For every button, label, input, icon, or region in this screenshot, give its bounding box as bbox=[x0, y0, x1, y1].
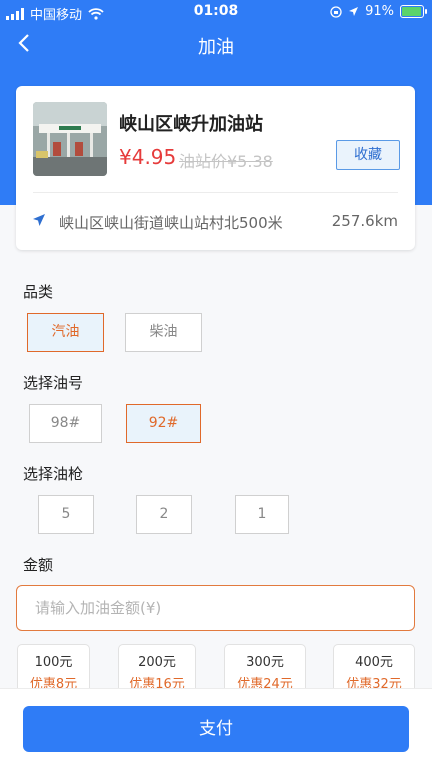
oil-number-label: 选择油号 bbox=[23, 374, 84, 392]
oil-number-option-92[interactable]: 92# bbox=[126, 404, 201, 443]
preset-amount-400[interactable]: 400元 优惠32元 bbox=[333, 644, 415, 692]
amount-presets: 100元 优惠8元 200元 优惠16元 300元 优惠24元 400元 优惠3… bbox=[0, 644, 432, 692]
amount-label: 金额 bbox=[23, 556, 54, 574]
category-label: 品类 bbox=[23, 283, 54, 301]
preset-amount-100[interactable]: 100元 优惠8元 bbox=[17, 644, 90, 692]
station-card: 峡山区峡升加油站 ¥4.95 油站价¥5.38 收藏 峡山区峡山街道峡山站村北5… bbox=[16, 86, 415, 250]
category-option-diesel[interactable]: 柴油 bbox=[125, 313, 202, 352]
category-option-gasoline[interactable]: 汽油 bbox=[27, 313, 104, 352]
pay-button[interactable]: 支付 bbox=[23, 706, 409, 752]
station-name: 峡山区峡升加油站 bbox=[119, 114, 263, 135]
page-title: 加油 bbox=[198, 37, 234, 58]
nozzle-label: 选择油枪 bbox=[23, 465, 84, 483]
status-bar: 中国移动 01:08 91% bbox=[0, 0, 432, 24]
amount-input[interactable] bbox=[16, 585, 415, 631]
location-arrow-icon bbox=[349, 7, 359, 16]
station-distance: 257.6km bbox=[331, 212, 398, 230]
nozzle-option-1[interactable]: 1 bbox=[235, 495, 289, 534]
station-photo bbox=[33, 102, 107, 176]
location-arrow-icon bbox=[33, 214, 45, 226]
nozzle-option-5[interactable]: 5 bbox=[38, 495, 94, 534]
footer-bar: 支付 bbox=[0, 688, 432, 769]
preset-amount-200[interactable]: 200元 优惠16元 bbox=[118, 644, 196, 692]
card-divider bbox=[33, 192, 398, 193]
current-price: ¥4.95 bbox=[119, 145, 177, 169]
orientation-lock-icon bbox=[330, 5, 342, 18]
preset-amount-300[interactable]: 300元 优惠24元 bbox=[224, 644, 306, 692]
nozzle-option-2[interactable]: 2 bbox=[136, 495, 192, 534]
battery-percent: 91% bbox=[365, 4, 394, 19]
station-address: 峡山区峡山街道峡山站村北500米 bbox=[59, 214, 283, 232]
original-price: 油站价¥5.38 bbox=[179, 152, 273, 171]
nav-bar: 加油 bbox=[0, 28, 432, 62]
battery-icon bbox=[400, 5, 427, 18]
favorite-button[interactable]: 收藏 bbox=[336, 140, 400, 170]
oil-number-option-98[interactable]: 98# bbox=[29, 404, 102, 443]
